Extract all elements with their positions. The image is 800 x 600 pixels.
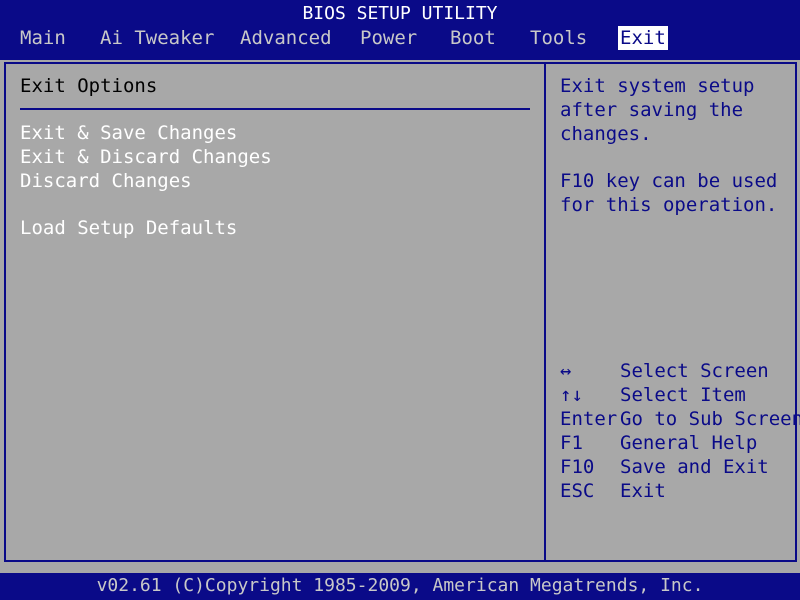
option-discard-changes[interactable]: Discard Changes	[20, 169, 196, 193]
left-right-arrows-icon: ↔	[560, 360, 572, 382]
tab-boot[interactable]: Boot	[448, 26, 498, 50]
key-legend-row: ↑↓ Select Item	[560, 383, 792, 407]
panel-title: Exit Options	[20, 75, 158, 97]
tab-ai-tweaker[interactable]: Ai Tweaker	[98, 26, 216, 50]
key-name: Enter	[560, 408, 618, 430]
help-line: after saving the	[560, 99, 744, 121]
tab-main[interactable]: Main	[18, 26, 68, 50]
panel-title-divider	[20, 108, 530, 110]
tab-advanced[interactable]: Advanced	[238, 26, 334, 50]
key-action: Save and Exit	[620, 456, 769, 478]
bios-title: BIOS SETUP UTILITY	[302, 3, 498, 24]
help-line: changes.	[560, 123, 652, 145]
option-load-setup-defaults[interactable]: Load Setup Defaults	[20, 216, 241, 240]
option-exit-save-changes[interactable]: Exit & Save Changes	[20, 121, 241, 145]
key-action: General Help	[620, 432, 758, 454]
key-action: Exit	[620, 480, 666, 502]
help-line: Exit system setup	[560, 75, 755, 97]
menu-tab-bar: Main Ai Tweaker Advanced Power Boot Tool…	[0, 26, 800, 50]
help-line: F10 key can be used	[560, 170, 778, 192]
key-legend-row: F1 General Help	[560, 431, 792, 455]
key-name: F1	[560, 432, 583, 454]
copyright-footer: v02.61 (C)Copyright 1985-2009, American …	[0, 573, 800, 600]
key-action: Go to Sub Screen	[620, 408, 800, 430]
key-legend-row: ESC Exit	[560, 479, 792, 503]
help-line: for this operation.	[560, 194, 778, 216]
option-exit-discard-changes[interactable]: Exit & Discard Changes	[20, 145, 276, 169]
key-name: F10	[560, 456, 595, 478]
bios-title-bar: BIOS SETUP UTILITY	[0, 0, 800, 26]
key-legend-row: Enter Go to Sub Screen	[560, 407, 800, 431]
key-name: ESC	[560, 480, 595, 502]
key-legend-row: F10 Save and Exit	[560, 455, 792, 479]
key-action: Select Screen	[620, 360, 769, 382]
menu-gutter	[0, 50, 800, 60]
tab-power[interactable]: Power	[358, 26, 419, 50]
tab-exit[interactable]: Exit	[618, 26, 668, 50]
key-action: Select Item	[620, 384, 746, 406]
tab-tools[interactable]: Tools	[528, 26, 589, 50]
key-legend-row: ↔ Select Screen	[560, 359, 792, 383]
copyright-text: v02.61 (C)Copyright 1985-2009, American …	[96, 575, 704, 596]
up-down-arrows-icon: ↑↓	[560, 384, 583, 406]
